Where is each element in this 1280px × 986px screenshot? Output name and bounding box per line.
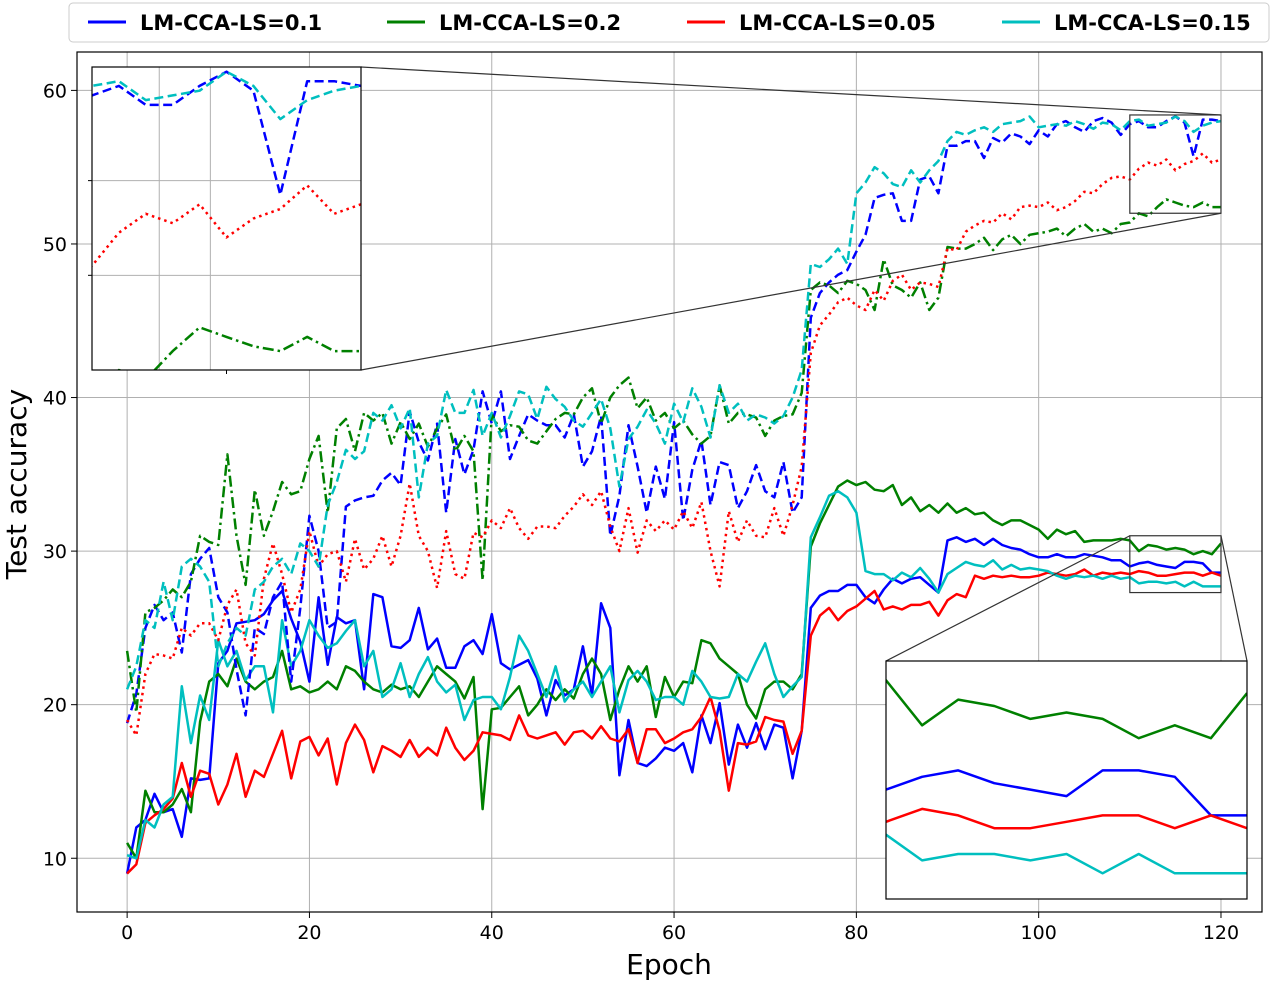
- y-tick-label: 30: [43, 541, 67, 563]
- inset-background: [886, 661, 1247, 899]
- y-tick-label: 60: [43, 80, 67, 102]
- line-chart: 0 20 40 60 80 100 120 10 20 30 40 50 60 Epoch Test a…: [0, 2, 1270, 981]
- lower-zoom-inset: [885, 660, 1248, 900]
- y-axis-label: Test accuracy: [0, 389, 33, 580]
- legend-label: LM-CCA-LS=0.1: [140, 11, 322, 35]
- y-tick-label: 40: [43, 388, 67, 410]
- inset-background: [92, 67, 361, 370]
- x-tick-label: 120: [1203, 922, 1239, 944]
- legend-label: LM-CCA-LS=0.15: [1054, 11, 1251, 35]
- y-tick-label: 50: [43, 234, 67, 256]
- y-tick-label: 20: [43, 695, 67, 717]
- x-tick-label: 60: [662, 922, 686, 944]
- x-tick-label: 0: [121, 922, 133, 944]
- legend-label: LM-CCA-LS=0.05: [739, 11, 936, 35]
- x-tick-label: 40: [480, 922, 504, 944]
- upper-zoom-inset: [88, 66, 362, 374]
- x-tick-label: 100: [1021, 922, 1057, 944]
- legend: LM-CCA-LS=0.1 LM-CCA-LS=0.2 LM-CCA-LS=0.05…: [68, 2, 1270, 43]
- legend-label: LM-CCA-LS=0.2: [439, 11, 621, 35]
- x-axis-label: Epoch: [626, 948, 712, 981]
- y-tick-label: 10: [43, 848, 67, 870]
- x-tick-label: 20: [297, 922, 321, 944]
- x-tick-label: 80: [844, 922, 868, 944]
